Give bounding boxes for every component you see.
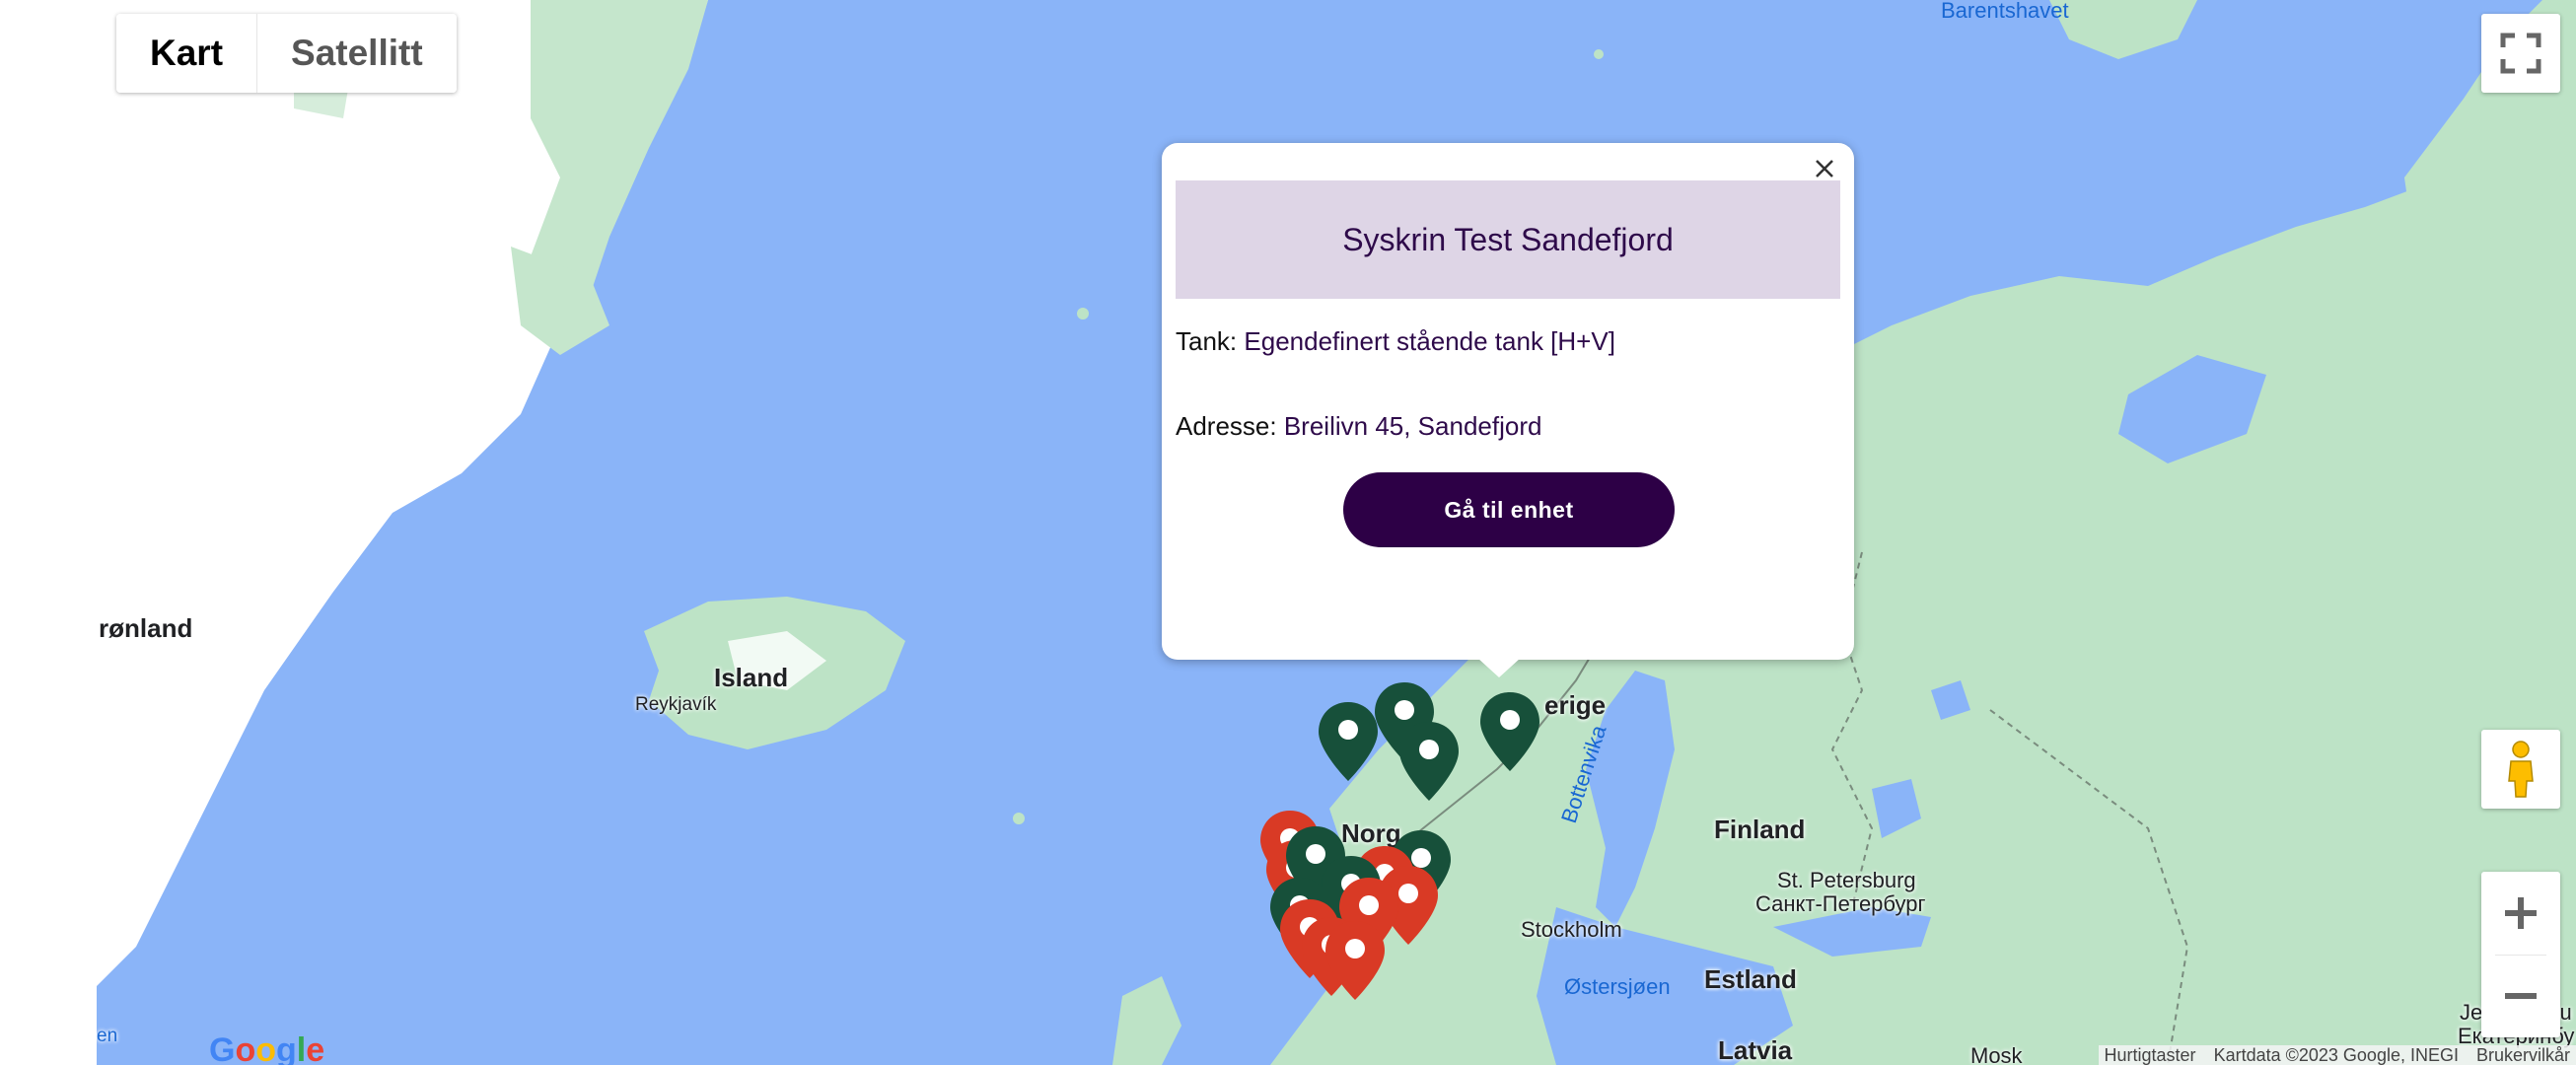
plus-icon	[2505, 897, 2537, 929]
tank-row: Tank: Egendefinert stående tank [H+V]	[1176, 326, 1615, 357]
popup-title: Syskrin Test Sandefjord	[1342, 221, 1674, 257]
close-icon	[1816, 160, 1833, 178]
marker-green[interactable]	[1480, 692, 1539, 771]
marker-green[interactable]	[1399, 722, 1459, 801]
popup-header: Syskrin Test Sandefjord	[1176, 180, 1840, 299]
fullscreen-button[interactable]	[2481, 14, 2560, 93]
keyboard-shortcuts-link[interactable]: Hurtigtaster	[2105, 1045, 2196, 1065]
map-attribution: Hurtigtaster Kartdata ©2023 Google, INEG…	[2098, 1045, 2576, 1065]
zoom-divider	[2495, 955, 2546, 956]
zoom-control	[2481, 872, 2560, 1037]
marker-green[interactable]	[1319, 702, 1378, 781]
street-view-pegman-button[interactable]	[2481, 730, 2560, 809]
pegman-icon	[2508, 741, 2534, 798]
google-logo: Google	[209, 1031, 325, 1065]
fullscreen-icon	[2500, 33, 2541, 74]
map-type-control: Kart Satellitt	[116, 14, 457, 93]
zoom-in-button[interactable]	[2481, 872, 2560, 955]
map-data-text: Kartdata ©2023 Google, INEGI	[2213, 1045, 2459, 1065]
address-row: Adresse: Breilivn 45, Sandefjord	[1176, 411, 1541, 442]
terms-link[interactable]: Brukervilkår	[2476, 1045, 2570, 1065]
address-value: Breilivn 45, Sandefjord	[1283, 411, 1542, 441]
tank-value: Egendefinert stående tank [H+V]	[1244, 326, 1615, 356]
minus-icon	[2505, 993, 2537, 999]
marker-info-window: Syskrin Test Sandefjord Tank: Egendefine…	[1162, 143, 1854, 677]
go-to-unit-button[interactable]: Gå til enhet	[1343, 472, 1675, 547]
popup-tail	[1477, 658, 1521, 677]
tank-label: Tank:	[1176, 326, 1238, 356]
zoom-out-button[interactable]	[2481, 955, 2560, 1037]
address-label: Adresse:	[1176, 411, 1277, 441]
map-type-map-button[interactable]: Kart	[116, 14, 257, 93]
map-type-satellite-button[interactable]: Satellitt	[256, 14, 457, 93]
